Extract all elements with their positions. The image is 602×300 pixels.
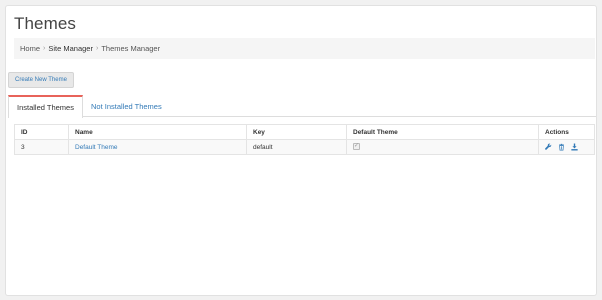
wrench-icon[interactable] (545, 143, 552, 151)
column-header-actions: Actions (538, 124, 595, 140)
cell-name: Default Theme (68, 139, 247, 155)
breadcrumb-home[interactable]: Home (20, 44, 40, 53)
breadcrumb-separator: › (43, 45, 46, 52)
cell-actions (538, 139, 595, 155)
tab-not-installed-themes[interactable]: Not Installed Themes (83, 95, 170, 117)
cell-default-theme (346, 139, 539, 155)
breadcrumb: Home › Site Manager › Themes Manager (14, 38, 595, 59)
content-panel: Themes Home › Site Manager › Themes Mana… (5, 5, 597, 296)
column-header-key: Key (246, 124, 347, 140)
breadcrumb-themes-manager: Themes Manager (101, 44, 161, 53)
page-title: Themes (14, 14, 77, 33)
trash-icon[interactable] (558, 143, 565, 151)
table-row: 3 Default Theme default (14, 139, 595, 155)
column-header-default-theme: Default Theme (346, 124, 539, 140)
cell-key: default (246, 139, 347, 155)
create-new-theme-button[interactable]: Create New Theme (8, 72, 74, 88)
download-icon[interactable] (570, 143, 578, 151)
column-header-id: ID (14, 124, 69, 140)
table-header-row: ID Name Key Default Theme Actions (14, 124, 595, 140)
cell-id: 3 (14, 139, 69, 155)
theme-tabs: Installed Themes Not Installed Themes (8, 95, 596, 118)
column-header-name: Name (68, 124, 247, 140)
tab-installed-themes[interactable]: Installed Themes (8, 95, 83, 118)
default-theme-checkbox (353, 142, 360, 151)
theme-name-link[interactable]: Default Theme (75, 144, 118, 151)
breadcrumb-separator: › (95, 45, 99, 52)
themes-table: ID Name Key Default Theme Actions 3 Defa… (14, 124, 595, 155)
breadcrumb-site-manager[interactable]: Site Manager (48, 44, 93, 53)
